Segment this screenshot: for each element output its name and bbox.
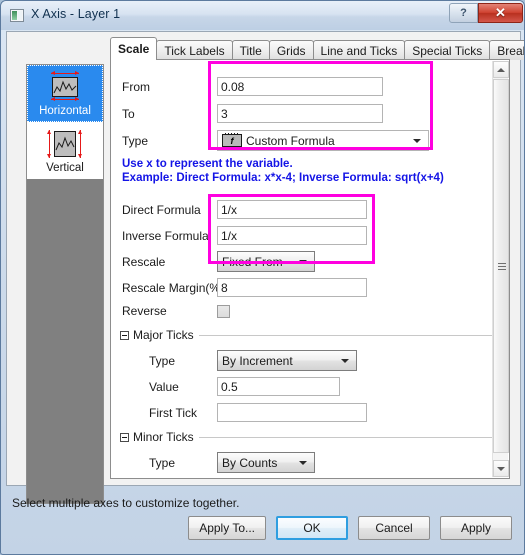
tab-bar: Scale Tick Labels Title Grids Line and T…: [110, 37, 524, 60]
rescale-label: Rescale: [122, 254, 166, 269]
tab-title[interactable]: Title: [231, 40, 270, 60]
sidebar-item-label: Vertical: [46, 161, 84, 174]
collapse-icon[interactable]: [120, 432, 129, 442]
plot-window-icon: [10, 9, 24, 22]
chevron-down-icon: [413, 139, 421, 143]
divider: [198, 334, 492, 336]
chevron-down-icon: [299, 260, 307, 264]
horizontal-axis-icon: [45, 70, 85, 103]
dialog-body: Horizontal Vertical Scale Tick Labels Ti…: [7, 32, 524, 504]
dialog-buttons: Apply To... OK Cancel Apply: [178, 516, 512, 540]
rescale-margin-input[interactable]: [217, 278, 367, 297]
first-tick-input[interactable]: [217, 403, 367, 422]
formula-chip-icon: f: [222, 133, 242, 148]
scale-tab-panel: From To Type f Custom Formula: [110, 59, 510, 479]
close-icon[interactable]: ✕: [478, 3, 523, 23]
rescale-margin-row: Rescale Margin(%): [122, 278, 367, 297]
minor-ticks-type-value: By Counts: [222, 455, 278, 470]
direct-formula-row: Direct Formula: [122, 200, 367, 219]
minor-ticks-group-label: Minor Ticks: [133, 430, 194, 444]
major-ticks-type-dropdown[interactable]: By Increment: [217, 350, 357, 371]
inverse-formula-input[interactable]: [217, 226, 367, 245]
to-input[interactable]: [217, 104, 383, 123]
scrollbar-thumb[interactable]: [493, 79, 509, 453]
cancel-button[interactable]: Cancel: [358, 516, 430, 540]
major-ticks-value-input[interactable]: [217, 377, 340, 396]
major-ticks-type-row: Type By Increment: [149, 350, 357, 371]
tab-breaks[interactable]: Breaks: [489, 40, 524, 60]
tab-grids[interactable]: Grids: [268, 40, 314, 60]
sidebar-item-horizontal[interactable]: Horizontal: [27, 65, 103, 122]
sidebar-item-label: Horizontal: [39, 104, 91, 117]
formula-hint-line2: Example: Direct Formula: x*x-4; Inverse …: [122, 172, 444, 184]
apply-button[interactable]: Apply: [440, 516, 512, 540]
minor-ticks-type-label: Type: [149, 455, 176, 470]
collapse-icon[interactable]: [120, 330, 129, 340]
axis-list: Horizontal Vertical: [26, 64, 104, 504]
title-bar: X Axis - Layer 1 ? ✕: [1, 1, 524, 30]
from-label: From: [122, 79, 150, 94]
ok-button[interactable]: OK: [276, 516, 348, 540]
from-row: From: [122, 77, 383, 96]
to-label: To: [122, 106, 135, 121]
vertical-axis-icon: [45, 128, 85, 160]
apply-to-button[interactable]: Apply To...: [188, 516, 266, 540]
reverse-checkbox[interactable]: [217, 304, 230, 318]
type-label: Type: [122, 133, 149, 148]
dialog-client-area: Horizontal Vertical Scale Tick Labels Ti…: [6, 31, 524, 504]
status-text: Select multiple axes to customize togeth…: [12, 496, 240, 510]
rescale-margin-label: Rescale Margin(%): [122, 280, 225, 295]
tab-tick-labels[interactable]: Tick Labels: [156, 40, 233, 60]
reverse-row: Reverse: [122, 304, 230, 318]
minor-ticks-type-dropdown[interactable]: By Counts: [217, 452, 315, 473]
scroll-down-icon[interactable]: [493, 460, 509, 477]
major-ticks-type-value: By Increment: [222, 353, 293, 368]
vertical-scrollbar[interactable]: [492, 61, 509, 477]
window-controls: ? ✕: [449, 3, 523, 24]
rescale-value: Fixed From: [222, 254, 283, 269]
x-axis-dialog: X Axis - Layer 1 ? ✕ Horizontal Vertical…: [0, 0, 525, 555]
major-ticks-value-label: Value: [149, 379, 179, 394]
inverse-formula-row: Inverse Formula: [122, 226, 367, 245]
reverse-label: Reverse: [122, 304, 167, 318]
inverse-formula-label: Inverse Formula: [122, 228, 209, 243]
sidebar-item-vertical[interactable]: Vertical: [27, 122, 103, 179]
scroll-up-icon[interactable]: [493, 61, 509, 78]
type-value: Custom Formula: [246, 133, 335, 148]
major-ticks-group-label: Major Ticks: [133, 328, 194, 342]
chevron-down-icon: [299, 461, 307, 465]
tab-special-ticks[interactable]: Special Ticks: [404, 40, 491, 60]
scale-form: From To Type f Custom Formula: [111, 60, 509, 478]
major-ticks-group-header[interactable]: Major Ticks: [120, 328, 492, 342]
divider: [198, 436, 492, 438]
major-ticks-type-label: Type: [149, 353, 176, 368]
direct-formula-label: Direct Formula: [122, 202, 201, 217]
tab-scale[interactable]: Scale: [110, 37, 158, 60]
first-tick-row: First Tick: [149, 403, 367, 422]
grip-icon: [498, 263, 506, 270]
help-button[interactable]: ?: [449, 3, 478, 23]
to-row: To: [122, 104, 383, 123]
major-ticks-value-row: Value: [149, 377, 340, 396]
minor-ticks-group-header[interactable]: Minor Ticks: [120, 430, 492, 444]
tab-line-and-ticks[interactable]: Line and Ticks: [312, 40, 406, 60]
first-tick-label: First Tick: [149, 405, 197, 420]
chevron-down-icon: [341, 359, 349, 363]
from-input[interactable]: [217, 77, 383, 96]
rescale-dropdown[interactable]: Fixed From: [217, 251, 315, 272]
window-title: X Axis - Layer 1: [31, 7, 121, 21]
type-dropdown[interactable]: f Custom Formula: [217, 130, 429, 151]
formula-hint-line1: Use x to represent the variable.: [122, 158, 293, 170]
direct-formula-input[interactable]: [217, 200, 367, 219]
type-row: Type f Custom Formula: [122, 130, 429, 151]
rescale-row: Rescale Fixed From: [122, 251, 315, 272]
minor-ticks-type-row: Type By Counts: [149, 452, 315, 473]
